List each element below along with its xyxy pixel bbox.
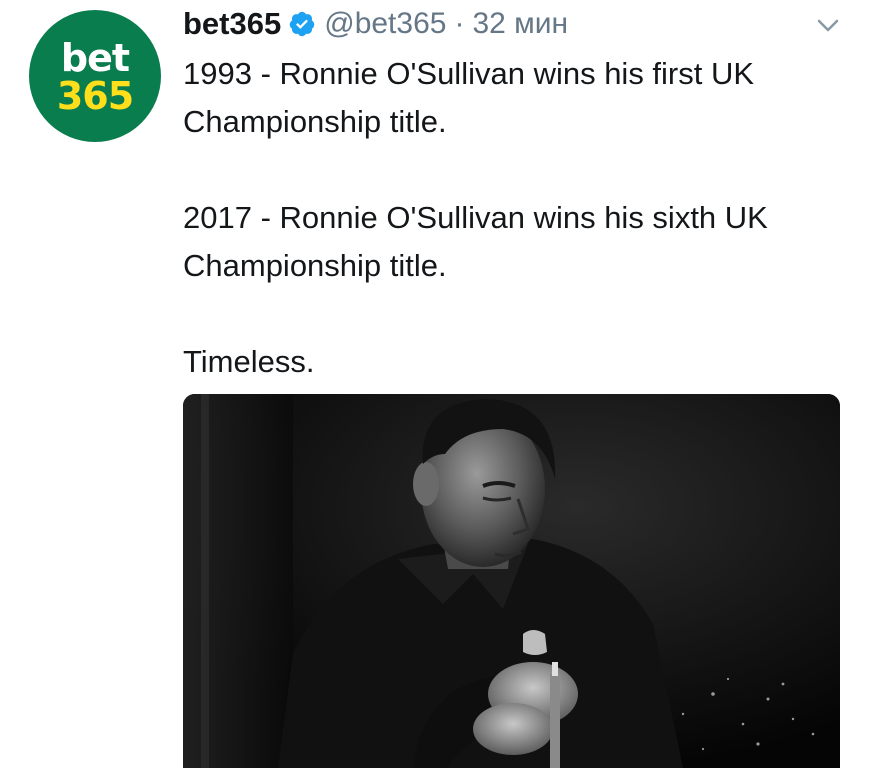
tweet[interactable]: bet 365 bet365 @bet365 · 32 мин 1993 - R… xyxy=(0,0,869,768)
tweet-text-line: Timeless. xyxy=(183,344,315,379)
tweet-text-line: 1993 - Ronnie O'Sullivan wins his first … xyxy=(183,56,755,139)
tweet-header: bet365 @bet365 · 32 мин xyxy=(183,2,568,46)
avatar-logo-text-bet: bet xyxy=(60,36,130,80)
tweet-timestamp[interactable]: 32 мин xyxy=(472,7,568,41)
user-handle[interactable]: @bet365 xyxy=(324,7,446,41)
tweet-text-line: 2017 - Ronnie O'Sullivan wins his sixth … xyxy=(183,200,768,283)
separator-dot: · xyxy=(454,7,465,40)
photo-snooker-player xyxy=(183,394,840,768)
tweet-photo[interactable] xyxy=(183,394,840,768)
avatar[interactable]: bet 365 xyxy=(29,10,161,142)
chevron-down-icon[interactable] xyxy=(815,17,841,35)
tweet-text: 1993 - Ronnie O'Sullivan wins his first … xyxy=(183,50,853,386)
verified-badge-icon xyxy=(288,10,316,38)
display-name[interactable]: bet365 xyxy=(183,6,281,42)
avatar-logo-text-365: 365 xyxy=(56,74,134,118)
